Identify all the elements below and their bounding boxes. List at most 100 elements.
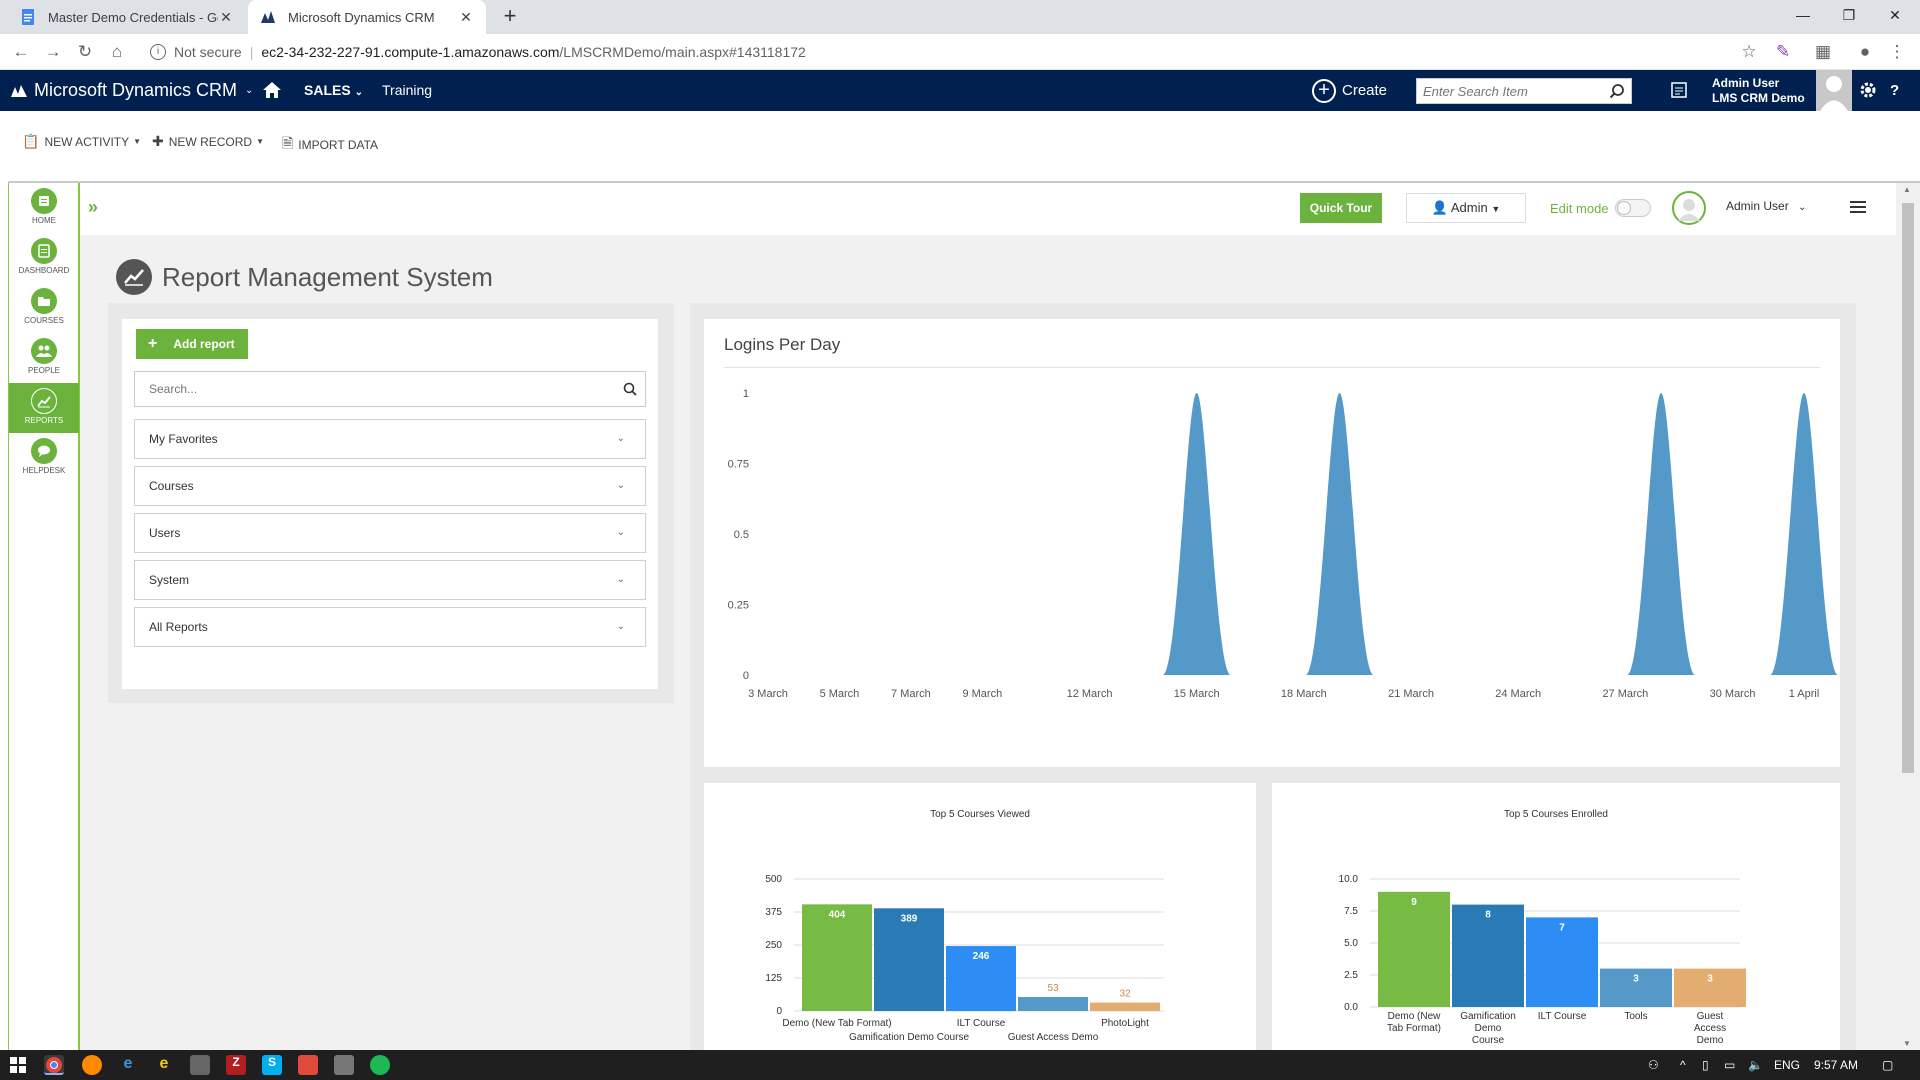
tray-chevron-up-icon[interactable]: ^ (1680, 1050, 1686, 1080)
report-search-input[interactable] (135, 372, 595, 406)
accordion-all-reports[interactable]: All Reports ⌄ (134, 607, 646, 647)
crm-search-input[interactable] (1417, 79, 1597, 103)
create-label: Create (1342, 82, 1388, 99)
network-icon[interactable]: ▭ (1724, 1050, 1735, 1080)
sidebar-item-reports[interactable]: REPORTS (9, 383, 79, 433)
ie-taskbar-icon[interactable]: e (154, 1055, 174, 1075)
extension-icon[interactable]: ▦ (1810, 40, 1836, 64)
language-indicator[interactable]: ENG (1774, 1050, 1800, 1080)
bar (1378, 891, 1450, 1007)
mail-taskbar-icon[interactable] (298, 1055, 318, 1075)
help-button[interactable]: ? (1890, 70, 1899, 111)
clock[interactable]: 9:57 AM (1814, 1050, 1858, 1080)
scroll-up-icon[interactable]: ▲ (1903, 185, 1911, 194)
sidebar-item-courses[interactable]: COURSES (9, 283, 79, 333)
avatar[interactable] (1816, 70, 1852, 111)
scrollbar-thumb[interactable] (1902, 203, 1914, 773)
crm-home-icon[interactable] (262, 80, 282, 100)
skype-taskbar-icon[interactable]: S (262, 1055, 282, 1075)
spotify-taskbar-icon[interactable] (370, 1055, 390, 1075)
x-tick-label: Guest Access Demo (1008, 1032, 1099, 1043)
new-activity-button[interactable]: 📋 NEW ACTIVITY ▼ (22, 133, 141, 150)
people-tray-icon[interactable]: ⚇ (1648, 1050, 1659, 1080)
hamburger-menu-icon[interactable] (1850, 201, 1866, 213)
back-icon[interactable]: ← (8, 40, 34, 64)
accordion-users[interactable]: Users ⌄ (134, 513, 646, 553)
sidebar-item-helpdesk[interactable]: HELPDESK (9, 433, 79, 483)
reports-icon (31, 388, 57, 414)
nav-training[interactable]: Training (382, 70, 432, 111)
user-menu[interactable]: Admin User ⌄ (1726, 199, 1806, 213)
y-tick-label: 2.5 (1344, 970, 1358, 981)
close-tab-icon[interactable]: ✕ (218, 9, 234, 26)
vertical-scrollbar[interactable]: ▲ ▼ (1896, 183, 1920, 1052)
x-tick-label: 27 March (1602, 688, 1648, 700)
toggle-switch[interactable] (1614, 199, 1651, 217)
edit-mode-toggle[interactable]: Edit mode (1550, 199, 1651, 217)
quick-tour-button[interactable]: Quick Tour (1300, 193, 1382, 223)
browser-tab-dynamics[interactable]: Microsoft Dynamics CRM ✕ (248, 0, 486, 34)
avatar[interactable] (1672, 191, 1706, 225)
notification-icon[interactable]: ▢ (1882, 1050, 1893, 1080)
minimize-icon[interactable]: — (1780, 0, 1826, 30)
role-label: Admin (1450, 200, 1488, 215)
sidebar-item-dashboard[interactable]: DASHBOARD (9, 233, 79, 283)
gear-icon[interactable] (1858, 80, 1878, 100)
lms-frame: HOME DASHBOARD COURSES PEOPLE REPORTS HE… (8, 181, 1920, 1052)
task-list-icon[interactable] (1670, 81, 1688, 99)
search-icon[interactable] (623, 382, 637, 396)
area-sales-menu[interactable]: SALES ⌄ (304, 70, 363, 111)
plus-icon: ✚ (152, 133, 164, 149)
charts-panel: Logins Per Day 0 0.25 0.5 0.75 1 3 March 5 Mar… (690, 303, 1856, 1052)
bookmark-star-icon[interactable]: ☆ (1736, 40, 1762, 64)
expand-sidebar-icon[interactable]: » (88, 197, 98, 218)
report-list-card: + Add report My Favorites ⌄ Courses ⌄ Users… (122, 319, 658, 689)
windows-start-icon[interactable] (8, 1055, 28, 1075)
new-record-button[interactable]: ✚ NEW RECORD ▼ (152, 133, 264, 150)
restore-icon[interactable]: ❐ (1826, 0, 1872, 30)
firefox-taskbar-icon[interactable] (82, 1055, 102, 1075)
search-icon[interactable] (1609, 83, 1625, 99)
people-icon (31, 338, 57, 364)
profile-avatar-icon[interactable]: ● (1852, 40, 1878, 64)
create-button[interactable]: + Create (1312, 70, 1387, 111)
x-tick-label: 12 March (1067, 688, 1113, 700)
edge-taskbar-icon[interactable]: e (118, 1055, 138, 1075)
accordion-courses[interactable]: Courses ⌄ (134, 466, 646, 506)
add-report-button[interactable]: + Add report (136, 329, 248, 359)
home-icon[interactable]: ⌂ (104, 40, 130, 64)
browser-menu-icon[interactable]: ⋮ (1884, 40, 1910, 64)
accordion-my-favorites[interactable]: My Favorites ⌄ (134, 419, 646, 459)
app-taskbar-icon[interactable] (190, 1055, 210, 1075)
import-data-button[interactable]: 🗎 IMPORT DATA (282, 133, 378, 157)
x-tick-label: Demo (1697, 1035, 1724, 1046)
reload-icon[interactable]: ↻ (72, 40, 98, 64)
app2-taskbar-icon[interactable] (334, 1055, 354, 1075)
forward-icon[interactable]: → (40, 40, 66, 64)
chrome-taskbar-icon[interactable] (44, 1055, 64, 1075)
page-title: Report Management System (162, 261, 493, 292)
accordion-system[interactable]: System ⌄ (134, 560, 646, 600)
battery-icon[interactable]: ▯ (1702, 1050, 1709, 1080)
chevron-down-icon: ⌄ (245, 85, 254, 96)
close-window-icon[interactable]: ✕ (1872, 0, 1918, 30)
info-icon[interactable]: i (150, 44, 166, 60)
new-tab-button[interactable]: + (498, 4, 522, 28)
x-tick-label: Gamification (1460, 1011, 1516, 1022)
role-dropdown[interactable]: 👤 Admin ▼ (1406, 193, 1526, 223)
browser-tab-master-demo[interactable]: Master Demo Credentials - Goog ✕ (8, 0, 246, 34)
crm-brand-menu[interactable]: Microsoft Dynamics CRM ⌄ (10, 70, 253, 111)
sidebar-item-home[interactable]: HOME (9, 183, 79, 233)
command-bar: 📋 NEW ACTIVITY ▼ ✚ NEW RECORD ▼ 🗎 IMPORT DATA (0, 111, 1920, 181)
url-field[interactable]: i Not secure | ec2-34-232-227-91.compute… (140, 38, 1760, 66)
x-tick-label: PhotoLight (1101, 1018, 1149, 1029)
extension-pen-icon[interactable]: ✎ (1770, 40, 1796, 64)
close-tab-icon[interactable]: ✕ (458, 9, 474, 26)
volume-icon[interactable]: 🔈 (1748, 1050, 1763, 1080)
filezilla-taskbar-icon[interactable]: Z (226, 1055, 246, 1075)
new-record-label: NEW RECORD (168, 134, 253, 149)
crm-user-info[interactable]: Admin User LMS CRM Demo (1712, 76, 1805, 106)
sidebar-item-people[interactable]: PEOPLE (9, 333, 79, 383)
scroll-down-icon[interactable]: ▼ (1903, 1039, 1911, 1048)
y-tick-label: 0.25 (728, 600, 749, 612)
